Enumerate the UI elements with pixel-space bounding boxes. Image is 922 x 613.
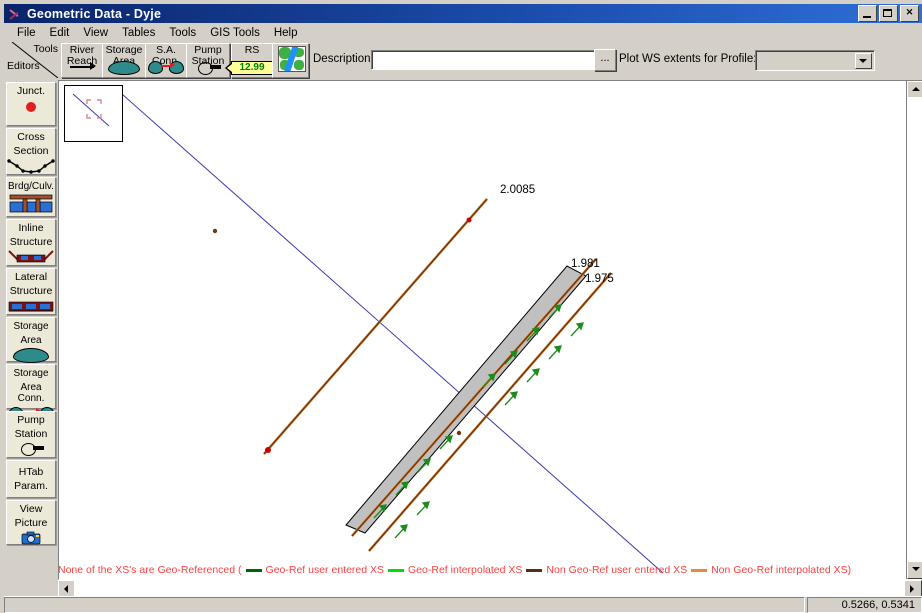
junction-dot-icon — [7, 98, 55, 120]
storage-area-polygon — [345, 265, 587, 534]
storage-area-icon — [7, 347, 55, 363]
sidebar-junction[interactable]: Junct. — [6, 82, 56, 126]
legend-swatch-georef-interp — [388, 568, 405, 572]
background-picture-button[interactable] — [272, 43, 309, 78]
zoom-preview-box[interactable] — [64, 85, 123, 142]
river-station-button[interactable]: RS 12.99 — [225, 43, 273, 78]
schematic-svg: 2.0085 1.981 1.975 — [113, 86, 664, 574]
plot-legend: None of the XS's are Geo-Referenced ( Ge… — [58, 562, 922, 578]
menu-edit[interactable]: Edit — [43, 26, 77, 40]
geometry-plot-canvas[interactable]: 2.0085 1.981 1.975 — [59, 81, 906, 579]
legend-swatch-nongeoref-interp — [691, 568, 708, 572]
reach-main-left-bank-user — [351, 258, 597, 537]
window-title: Geometric Data - Dyje — [27, 6, 162, 21]
rs-label-1: 1.981 — [571, 258, 600, 270]
menu-help[interactable]: Help — [267, 26, 305, 40]
window-buttons: ✕ — [858, 5, 922, 22]
legend-entry-nongeoref-interp: Non Geo-Ref interpolated XS) — [687, 564, 851, 576]
camera-icon — [7, 530, 55, 546]
river-reach-button[interactable]: River Reach — [61, 43, 103, 78]
menu-view[interactable]: View — [76, 26, 115, 40]
reach-main-right-bank-user — [368, 272, 612, 552]
description-browse-button[interactable]: ... — [594, 49, 616, 71]
chevron-down-icon[interactable] — [855, 53, 872, 69]
map-picture-icon — [277, 46, 306, 72]
arrow-right-icon — [62, 61, 102, 75]
pump-icon — [187, 61, 229, 75]
legend-entry-nongeoref-user: Non Geo-Ref user entered XS — [522, 564, 687, 576]
menu-gis-tools[interactable]: GIS Tools — [203, 26, 267, 40]
sidebar-bridge-culvert[interactable]: Brdg/Culv. — [6, 177, 56, 217]
sidebar-storage-area[interactable]: Storage Area — [6, 317, 56, 363]
minimize-button[interactable] — [858, 5, 877, 22]
maximize-button[interactable] — [879, 5, 898, 22]
sidebar-view-picture[interactable]: View Picture — [6, 500, 56, 545]
horizontal-scroll-track[interactable] — [74, 580, 906, 596]
rs-label-2: 1.975 — [585, 273, 614, 285]
menu-tools[interactable]: Tools — [162, 26, 203, 40]
status-coordinates: 0.5266, 0.5341 — [807, 597, 922, 613]
pump-station-icon — [7, 441, 55, 457]
tools-label: Tools — [33, 43, 58, 55]
sidebar-inline-structure[interactable]: Inline Structure — [6, 219, 56, 266]
cross-section-icon — [7, 158, 55, 176]
ws-profile-label: Plot WS extents for Profile: — [619, 53, 757, 65]
close-button[interactable]: ✕ — [900, 5, 919, 22]
status-bar: 0.5266, 0.5341 — [4, 596, 922, 613]
junction-node-a — [456, 430, 462, 436]
status-message — [4, 597, 805, 613]
storage-blob-icon — [103, 61, 145, 75]
toolbar: Tools Editors River Reach Storage Area S… — [4, 42, 922, 79]
sidebar-cross-section[interactable]: Cross Section — [6, 128, 56, 175]
vertical-scroll-track[interactable] — [907, 97, 922, 563]
storage-area-button[interactable]: Storage Area — [102, 43, 146, 78]
ws-profile-combo[interactable] — [755, 50, 875, 71]
bridge-culvert-icon — [7, 193, 55, 215]
description-label: Description : — [313, 53, 377, 65]
menu-tables[interactable]: Tables — [115, 26, 162, 40]
geometric-data-window: Geometric Data - Dyje ✕ File Edit View T… — [0, 0, 922, 613]
sidebar-lateral-structure[interactable]: Lateral Structure — [6, 268, 56, 315]
legend-swatch-georef-user — [245, 568, 262, 572]
geometry-plot-panel[interactable]: 2.0085 1.981 1.975 — [58, 80, 922, 580]
legend-prefix: None of the XS's are Geo-Referenced ( — [58, 564, 242, 576]
description-input[interactable] — [371, 50, 599, 70]
menu-file[interactable]: File — [10, 26, 43, 40]
tools-editors-label: Tools Editors — [6, 42, 60, 78]
inline-structure-icon — [7, 249, 55, 267]
plot-vertical-scrollbar[interactable] — [906, 81, 922, 579]
sidebar-htab-param[interactable]: HTab Param. — [6, 460, 56, 498]
rs-tag-icon: 12.99 — [225, 61, 273, 75]
rs-tag-value: 12.99 — [225, 61, 273, 75]
legend-swatch-nongeoref-user — [526, 568, 543, 572]
editor-sidebar: Junct. Cross Section Brdg/Culv. Inline S… — [6, 82, 56, 547]
pump-station-button[interactable]: Pump Station — [186, 43, 230, 78]
rs-label-0: 2.0085 — [500, 184, 535, 196]
xs-marker-upper — [466, 217, 472, 223]
junction-node-b — [212, 228, 218, 234]
geometry-icon — [7, 7, 23, 21]
junction-node-upstream — [265, 447, 271, 453]
sa-connection-button[interactable]: S.A. Conn. — [145, 43, 187, 78]
legend-entry-georef-user: Geo-Ref user entered XS — [242, 564, 384, 576]
title-bar: Geometric Data - Dyje ✕ — [4, 4, 922, 23]
sidebar-pump-station[interactable]: Pump Station — [6, 411, 56, 458]
sa-connection-icon — [146, 61, 186, 75]
legend-entry-georef-interp: Geo-Ref interpolated XS — [384, 564, 522, 576]
menu-bar: File Edit View Tables Tools GIS Tools He… — [4, 24, 922, 42]
zoom-preview-content — [72, 93, 110, 127]
editors-label: Editors — [7, 60, 40, 72]
lateral-structure-icon — [7, 298, 55, 316]
sidebar-storage-area-conn[interactable]: Storage Area Conn. — [6, 364, 56, 421]
plot-horizontal-scrollbar[interactable] — [58, 580, 922, 598]
